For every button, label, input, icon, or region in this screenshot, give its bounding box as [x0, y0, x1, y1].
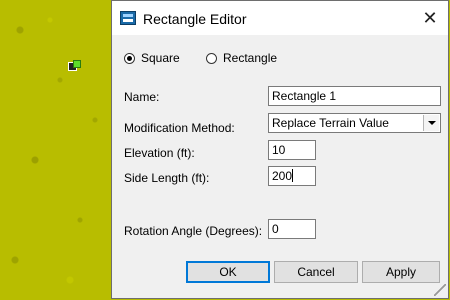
square-label: Square	[141, 51, 180, 65]
apply-button[interactable]: Apply	[362, 261, 440, 283]
chevron-down-icon[interactable]	[423, 115, 439, 131]
dialog-title: Rectangle Editor	[143, 11, 247, 27]
rectangle-option[interactable]: Rectangle	[206, 51, 277, 65]
square-radio[interactable]	[124, 52, 135, 64]
side-length-field[interactable]: 200	[268, 166, 316, 186]
title-bar[interactable]: Rectangle Editor ✕	[112, 1, 448, 35]
rectangle-radio[interactable]	[206, 52, 217, 64]
square-option[interactable]: Square	[124, 51, 180, 65]
text-caret	[292, 169, 294, 182]
ok-button[interactable]: OK	[186, 261, 270, 283]
rotation-value: 0	[272, 222, 279, 236]
side-length-value: 200	[272, 169, 293, 183]
map-marker-icon[interactable]	[68, 60, 81, 71]
method-label: Modification Method:	[124, 121, 235, 135]
elevation-field[interactable]: 10	[268, 140, 316, 160]
method-select[interactable]: Replace Terrain Value	[268, 113, 441, 133]
resize-grip-icon[interactable]	[434, 284, 446, 296]
name-field[interactable]: Rectangle 1	[268, 86, 441, 106]
side-length-label: Side Length (ft):	[124, 171, 210, 185]
rotation-label: Rotation Angle (Degrees):	[124, 224, 263, 238]
close-icon[interactable]: ✕	[418, 6, 442, 30]
elevation-label: Elevation (ft):	[124, 146, 195, 160]
method-value: Replace Terrain Value	[272, 116, 389, 130]
rotation-field[interactable]: 0	[268, 219, 316, 239]
cancel-button[interactable]: Cancel	[274, 261, 358, 283]
name-value: Rectangle 1	[272, 89, 337, 103]
elevation-value: 10	[272, 143, 286, 157]
app-icon	[120, 11, 136, 25]
name-label: Name:	[124, 90, 160, 104]
rectangle-label: Rectangle	[223, 51, 278, 65]
rectangle-editor-dialog: Rectangle Editor ✕ Square Rectangle Name…	[111, 0, 449, 299]
